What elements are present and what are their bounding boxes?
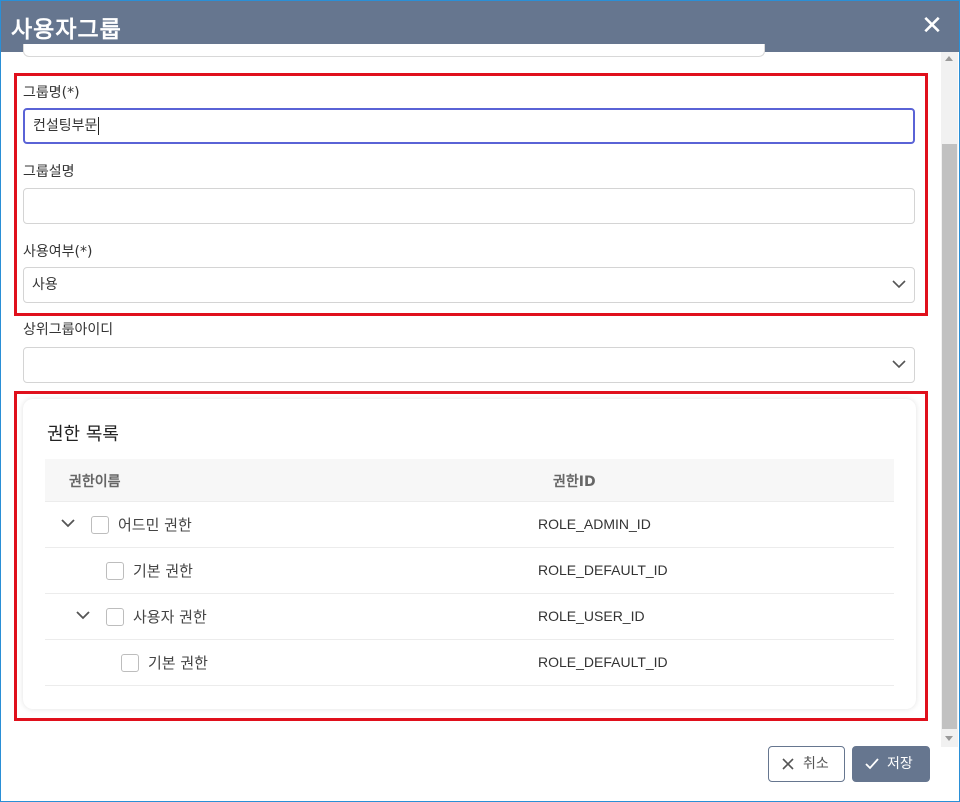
chevron-down-icon (892, 360, 906, 369)
group-desc-label: 그룹설명 (23, 164, 75, 180)
permission-list-title: 권한 목록 (47, 424, 119, 445)
chevron-down-icon (892, 280, 906, 289)
permission-id: ROLE_ADMIN_ID (538, 516, 651, 532)
vertical-scrollbar[interactable] (941, 52, 958, 747)
table-row: 사용자 권한 ROLE_USER_ID (45, 594, 894, 640)
permission-name: 어드민 권한 (118, 516, 192, 534)
permission-name: 사용자 권한 (133, 608, 207, 626)
text-caret (98, 117, 100, 135)
row-checkbox[interactable] (106, 562, 124, 580)
permission-name: 기본 권한 (148, 654, 208, 672)
permission-id: ROLE_USER_ID (538, 608, 645, 624)
scroll-down-arrow-icon[interactable] (945, 736, 953, 741)
table-row: 기본 권한 ROLE_DEFAULT_ID (45, 640, 894, 686)
use-yn-label: 사용여부(*) (23, 244, 93, 260)
parent-group-label: 상위그룹아이디 (23, 322, 114, 338)
cancel-label: 취소 (803, 756, 829, 772)
row-checkbox[interactable] (106, 608, 124, 626)
permission-name: 기본 권한 (133, 562, 193, 580)
chevron-down-icon[interactable] (75, 607, 91, 623)
use-yn-select[interactable]: 사용 (23, 267, 915, 303)
save-label: 저장 (887, 756, 913, 772)
scrollbar-thumb[interactable] (942, 144, 957, 729)
previous-field-edge (23, 44, 765, 57)
save-button[interactable]: 저장 (852, 746, 930, 782)
check-icon (865, 758, 879, 770)
column-header-name: 권한이름 (69, 474, 121, 490)
table-row: 어드민 권한 ROLE_ADMIN_ID (45, 502, 894, 548)
column-header-id: 권한ID (553, 474, 596, 490)
chevron-down-icon[interactable] (60, 515, 76, 531)
scroll-up-arrow-icon[interactable] (945, 56, 953, 61)
dialog-title: 사용자그룹 (11, 17, 122, 43)
group-name-value: 컨설팅부문 (33, 118, 98, 134)
table-row: 기본 권한 ROLE_DEFAULT_ID (45, 548, 894, 594)
permission-table-header: 권한이름 권한ID (45, 459, 894, 502)
use-yn-value: 사용 (32, 277, 58, 293)
user-group-dialog: 사용자그룹 ✕ 그룹명(*) 컨설팅부문 그룹설명 사용여부(*) 사용 상위그… (0, 0, 960, 802)
close-icon (782, 758, 794, 770)
row-checkbox[interactable] (91, 516, 109, 534)
close-icon[interactable]: ✕ (917, 11, 947, 41)
permission-id: ROLE_DEFAULT_ID (538, 654, 668, 670)
group-desc-input[interactable] (23, 188, 915, 224)
permission-id: ROLE_DEFAULT_ID (538, 562, 668, 578)
group-name-input[interactable]: 컨설팅부문 (23, 108, 915, 144)
permission-list-card: 권한 목록 권한이름 권한ID 어드민 권한 ROLE_ADMIN_ID 기본 … (23, 399, 916, 709)
row-checkbox[interactable] (121, 654, 139, 672)
cancel-button[interactable]: 취소 (768, 746, 845, 782)
parent-group-select[interactable] (23, 347, 915, 383)
group-name-label: 그룹명(*) (23, 85, 80, 101)
